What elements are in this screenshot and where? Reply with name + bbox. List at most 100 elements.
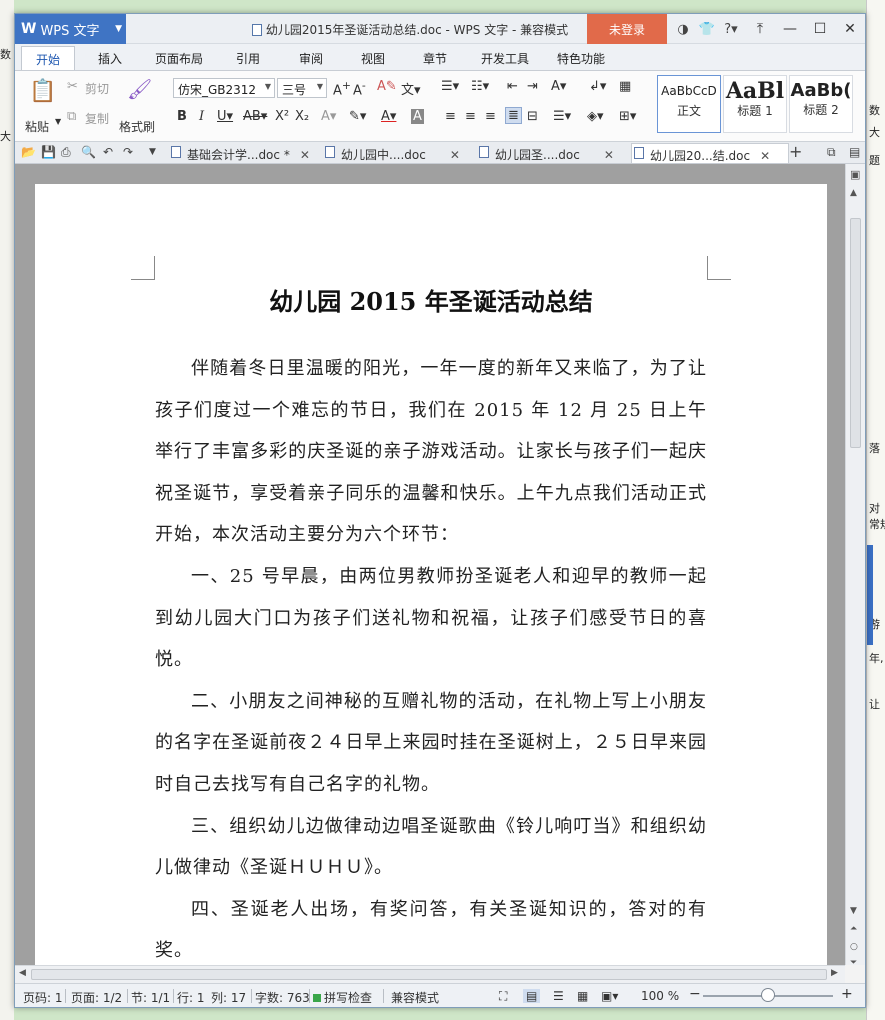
tab-insert[interactable]: 插入 (98, 50, 122, 67)
scroll-down-icon[interactable]: ▼ (850, 906, 857, 916)
browse-object-icon[interactable]: ○ (850, 942, 858, 952)
borders-icon[interactable]: ⊞▾ (619, 109, 636, 124)
clear-format-icon[interactable]: A✎ (377, 79, 397, 94)
zoom-level[interactable]: 100 % (641, 989, 679, 1003)
doc-tab[interactable]: 幼儿园圣....doc ✕ (477, 143, 618, 163)
bold-icon[interactable]: B (177, 109, 187, 124)
zoom-out-icon[interactable]: − (689, 986, 701, 1002)
scroll-up-icon[interactable]: ▲ (850, 188, 857, 198)
format-painter-button[interactable]: 格式刷 (119, 118, 155, 135)
skin-icon[interactable]: ◑ (671, 22, 695, 37)
status-page-code[interactable]: 页码: 1 (23, 989, 63, 1006)
save-icon[interactable]: 💾 (41, 145, 56, 159)
close-tab-icon[interactable]: ✕ (300, 148, 310, 162)
font-name-select[interactable]: 仿宋_GB2312 ▼ (173, 78, 275, 98)
font-size-select[interactable]: 三号 ▼ (277, 78, 327, 98)
print-preview-icon[interactable]: 🔍 (81, 145, 96, 159)
chevron-down-icon[interactable]: ▼ (55, 117, 61, 126)
tab-features[interactable]: 特色功能 (557, 50, 605, 67)
text-effect-icon[interactable]: A▾ (321, 109, 336, 124)
char-shading-icon[interactable]: A (411, 109, 424, 124)
zoom-in-icon[interactable]: + (841, 986, 853, 1002)
document-canvas[interactable]: 幼儿园 2015 年圣诞活动总结 伴随着冬日里温暖的阳光，一年一度的新年又来临了… (15, 164, 845, 965)
style-heading-2[interactable]: AaBb( 标题 2 (789, 75, 853, 133)
minimize-icon[interactable]: — (775, 14, 805, 44)
scroll-thumb[interactable] (850, 218, 861, 448)
numbering-icon[interactable]: ☷▾ (471, 79, 489, 94)
chevron-down-icon[interactable]: ▼ (149, 147, 156, 157)
prev-page-icon[interactable]: ⏶ (850, 924, 857, 934)
doc-tab[interactable]: 幼儿园中....doc ✕ (323, 143, 464, 163)
increase-indent-icon[interactable]: ⇥ (527, 79, 538, 94)
highlight-icon[interactable]: ✎▾ (349, 109, 366, 124)
redo-icon[interactable]: ↷ (123, 145, 133, 159)
help-icon[interactable]: ?▾ (719, 22, 743, 37)
table-icon[interactable]: ▦ (619, 79, 631, 94)
char-scaling-icon[interactable]: A▾ (551, 79, 566, 94)
tab-home[interactable]: 开始 (21, 46, 76, 70)
line-spacing-icon[interactable]: ☰▾ (553, 109, 571, 124)
decrease-indent-icon[interactable]: ⇤ (507, 79, 518, 94)
tab-page-layout[interactable]: 页面布局 (155, 50, 203, 67)
phonetic-icon[interactable]: 文▾ (401, 79, 421, 98)
status-word-count[interactable]: 字数: 763 (255, 989, 310, 1006)
doc-tab-active[interactable]: 幼儿园20...结.doc ✕ (631, 143, 789, 163)
print-icon[interactable]: ⎙ (61, 145, 71, 160)
italic-icon[interactable]: I (199, 109, 204, 124)
document-page[interactable]: 幼儿园 2015 年圣诞活动总结 伴随着冬日里温暖的阳光，一年一度的新年又来临了… (35, 184, 827, 965)
tab-developer[interactable]: 开发工具 (481, 50, 529, 67)
shrink-font-icon[interactable]: A- (353, 79, 366, 98)
underline-icon[interactable]: U▾ (217, 109, 233, 124)
style-normal[interactable]: AaBbCcD 正文 (657, 75, 721, 133)
tab-menu-icon[interactable]: ▤ (849, 145, 860, 159)
style-heading-1[interactable]: AaBl 标题 1 (723, 75, 787, 133)
close-tab-icon[interactable]: ✕ (760, 149, 770, 163)
bullets-icon[interactable]: ☰▾ (441, 79, 459, 94)
document-body[interactable]: 伴随着冬日里温暖的阳光，一年一度的新年又来临了，为了让孩子们度过一个难忘的节日，… (155, 348, 707, 965)
new-tab-icon[interactable]: + (789, 142, 802, 161)
scroll-right-icon[interactable]: ▶ (831, 968, 838, 978)
collapse-ribbon-icon[interactable]: ⤒ (745, 14, 775, 44)
shirt-icon[interactable]: 👕 (695, 22, 719, 37)
scroll-left-icon[interactable]: ◀ (19, 968, 26, 978)
copy-button[interactable]: 复制 (85, 110, 109, 127)
spell-check-toggle[interactable]: 拼写检查 (313, 989, 372, 1006)
open-folder-icon[interactable]: 📂 (21, 145, 36, 159)
subscript-icon[interactable]: X₂ (295, 109, 309, 124)
horizontal-scrollbar[interactable]: ◀ ▶ (15, 965, 845, 983)
read-view-icon[interactable]: ▣▾ (601, 989, 618, 1003)
scroll-thumb[interactable] (31, 969, 827, 980)
font-color-icon[interactable]: A▾ (381, 109, 396, 124)
distribute-icon[interactable]: ⊟ (527, 109, 538, 124)
tab-list-icon[interactable]: ⧉ (827, 145, 836, 160)
paste-button[interactable]: 粘贴 (25, 118, 49, 135)
paragraph-mark-icon[interactable]: ↲▾ (589, 79, 606, 94)
close-tab-icon[interactable]: ✕ (450, 148, 460, 162)
login-button[interactable]: 未登录 (587, 14, 667, 44)
maximize-icon[interactable]: ☐ (805, 14, 835, 44)
tab-view[interactable]: 视图 (361, 50, 385, 67)
close-tab-icon[interactable]: ✕ (604, 148, 614, 162)
full-screen-icon[interactable]: ⛶ (499, 989, 507, 1004)
justify-icon[interactable]: ≣ (505, 107, 522, 124)
align-center-icon[interactable]: ≡ (465, 109, 476, 124)
format-painter-icon[interactable]: 🖌 (127, 77, 152, 101)
align-left-icon[interactable]: ≡ (445, 109, 456, 124)
page-view-icon[interactable]: ▤ (523, 989, 541, 1003)
align-right-icon[interactable]: ≡ (485, 109, 496, 124)
close-icon[interactable]: ✕ (835, 14, 865, 44)
cut-button[interactable]: 剪切 (85, 80, 109, 97)
paste-icon[interactable]: 📋 (29, 79, 56, 104)
tab-review[interactable]: 审阅 (299, 50, 323, 67)
tab-chapter[interactable]: 章节 (423, 50, 447, 67)
superscript-icon[interactable]: X² (275, 109, 289, 124)
zoom-slider-handle[interactable] (761, 988, 775, 1002)
strikethrough-icon[interactable]: AB▾ (243, 109, 267, 124)
undo-icon[interactable]: ↶ (103, 145, 113, 159)
grow-font-icon[interactable]: A+ (333, 79, 351, 98)
shading-icon[interactable]: ◈▾ (587, 109, 604, 124)
doc-tab[interactable]: 基础会计学...doc * ✕ (169, 143, 314, 163)
outline-view-icon[interactable]: ☰ (553, 989, 564, 1003)
ruler-toggle-icon[interactable]: ▣ (850, 168, 860, 181)
tab-references[interactable]: 引用 (236, 50, 260, 67)
